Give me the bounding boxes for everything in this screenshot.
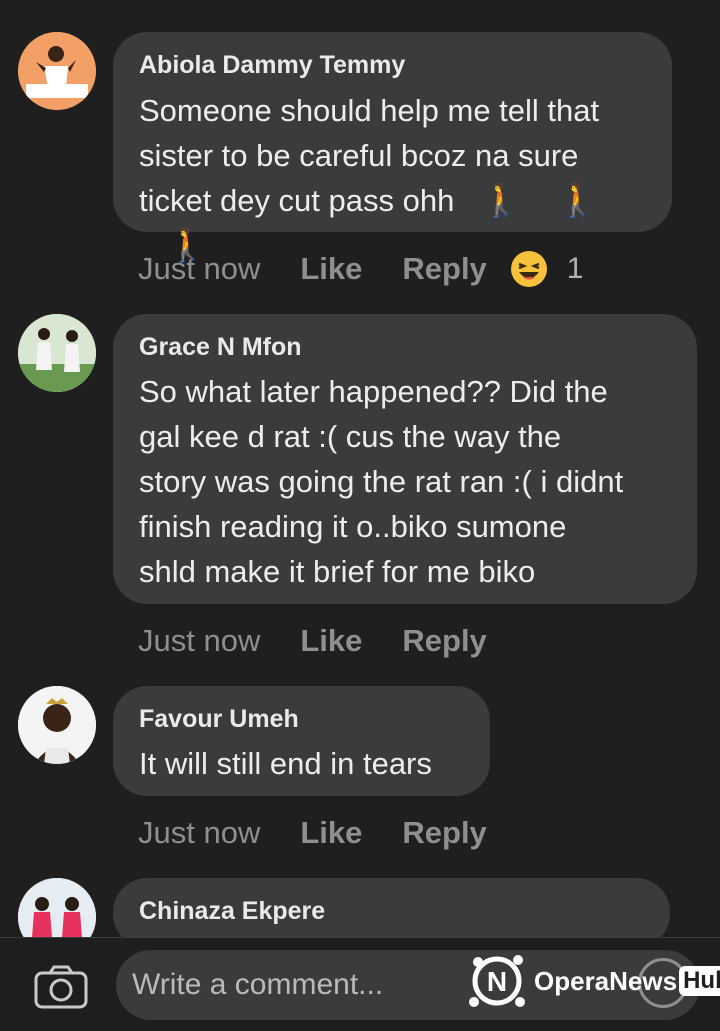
comment-timestamp: Just now: [138, 815, 261, 850]
comment-author[interactable]: Chinaza Ekpere: [139, 896, 644, 926]
person-walking-icon: 🚶: [557, 182, 598, 218]
watermark: N OperaNews Hub: [466, 945, 720, 1017]
reply-button[interactable]: Reply: [402, 815, 486, 851]
reaction-summary[interactable]: 1: [509, 249, 584, 289]
camera-icon[interactable]: [34, 965, 88, 1009]
reply-button[interactable]: Reply: [402, 623, 486, 659]
avatar[interactable]: [18, 686, 96, 764]
like-button[interactable]: Like: [300, 623, 362, 659]
comment-actions: Just now Like Reply 1: [138, 247, 583, 291]
comment-text-line: It will still end in tears: [139, 746, 432, 781]
like-button[interactable]: Like: [300, 251, 362, 287]
like-button[interactable]: Like: [300, 815, 362, 851]
comment-text-line: sister to be careful bcoz na sure: [139, 138, 579, 173]
comment-bubble: Favour Umeh It will still end in tears: [113, 686, 490, 796]
comment-actions: Just now Like Reply: [138, 811, 527, 855]
comment-text-line: So what later happened?? Did the: [139, 374, 608, 409]
comment-timestamp: Just now: [138, 251, 261, 286]
comment-text-line: Someone should help me tell that: [139, 93, 600, 128]
reaction-count: 1: [566, 252, 584, 285]
watermark-badge: Hub: [679, 966, 720, 996]
operanews-logo-icon: N: [469, 955, 525, 1007]
comment-author[interactable]: Abiola Dammy Temmy: [139, 50, 646, 80]
comment-text-line: finish reading it o..biko sumone: [139, 509, 567, 544]
comment-bubble: Grace N Mfon So what later happened?? Di…: [113, 314, 697, 604]
comment-text-line: story was going the rat ran :( i didnt: [139, 464, 624, 499]
comment-author[interactable]: Favour Umeh: [139, 704, 464, 734]
comment-text-segment: ticket dey cut pass ohh: [139, 183, 455, 218]
comment-input-placeholder: Write a comment...: [132, 968, 384, 1001]
comment-bubble: Abiola Dammy Temmy Someone should help m…: [113, 32, 672, 263]
svg-text:N: N: [487, 966, 507, 997]
comment-text-line: shld make it brief for me biko: [139, 554, 536, 589]
comment-timestamp: Just now: [138, 623, 261, 658]
comment-text-line: gal kee d rat :( cus the way the: [139, 419, 562, 454]
avatar[interactable]: [18, 314, 96, 392]
person-walking-icon: 🚶: [480, 182, 521, 218]
reply-button[interactable]: Reply: [402, 251, 486, 287]
comment-actions: Just now Like Reply: [138, 619, 527, 663]
avatar[interactable]: [18, 32, 96, 110]
watermark-text: OperaNews: [534, 965, 678, 996]
comment-author[interactable]: Grace N Mfon: [139, 332, 671, 362]
laughing-emoji-icon: [510, 251, 547, 287]
